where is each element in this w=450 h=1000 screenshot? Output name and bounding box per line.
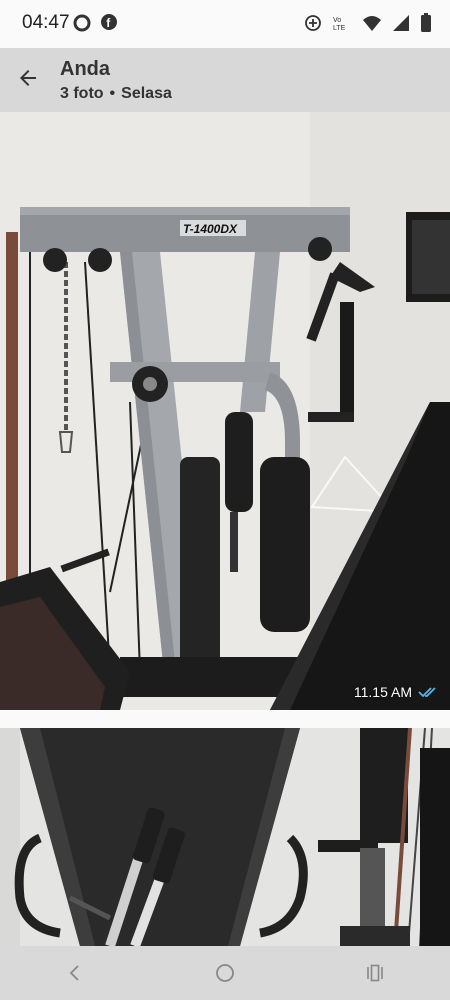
nav-recents-button[interactable]	[355, 953, 395, 993]
arrow-back-icon	[20, 70, 36, 86]
volte-label-top: Vo	[333, 17, 341, 24]
message-meta: 11.15 AM	[354, 684, 438, 700]
back-nav-icon	[69, 965, 79, 981]
volte-icon: Vo LTE	[332, 14, 352, 32]
status-time: 04:47	[22, 12, 70, 33]
double-check-icon	[418, 687, 436, 698]
home-gym-photo[interactable]: T-1400DX 11.15 AM	[0, 112, 450, 710]
separator-dot: •	[109, 85, 116, 102]
status-bar: 04:47 f Vo LTE	[0, 0, 450, 48]
app-bar: Anda 3 foto • Selasa	[0, 48, 450, 112]
recents-nav-icon	[367, 964, 383, 982]
nav-home-button[interactable]	[205, 953, 245, 993]
wifi-icon	[362, 14, 382, 32]
photo-count: 3 foto	[60, 85, 104, 102]
volte-label-bottom: LTE	[333, 25, 346, 32]
home-gym-illustration: T-1400DX	[0, 112, 450, 710]
day-label: Selasa	[121, 85, 172, 102]
battery-icon	[420, 13, 432, 33]
back-button[interactable]	[10, 60, 46, 96]
facebook-icon: f	[100, 13, 118, 33]
signal-icon	[392, 14, 410, 32]
message-timestamp: 11.15 AM	[353, 684, 412, 700]
machine-model-label: T-1400DX	[183, 222, 238, 236]
system-nav-bar	[0, 946, 450, 1000]
chat-title: Anda	[60, 58, 110, 80]
record-icon	[72, 13, 92, 33]
home-nav-icon	[216, 964, 234, 982]
bench-illustration	[0, 728, 450, 946]
chat-subtitle: 3 foto • Selasa	[60, 85, 172, 103]
bench-photo[interactable]	[0, 728, 450, 946]
data-saver-icon	[304, 14, 322, 32]
nav-back-button[interactable]	[55, 953, 95, 993]
